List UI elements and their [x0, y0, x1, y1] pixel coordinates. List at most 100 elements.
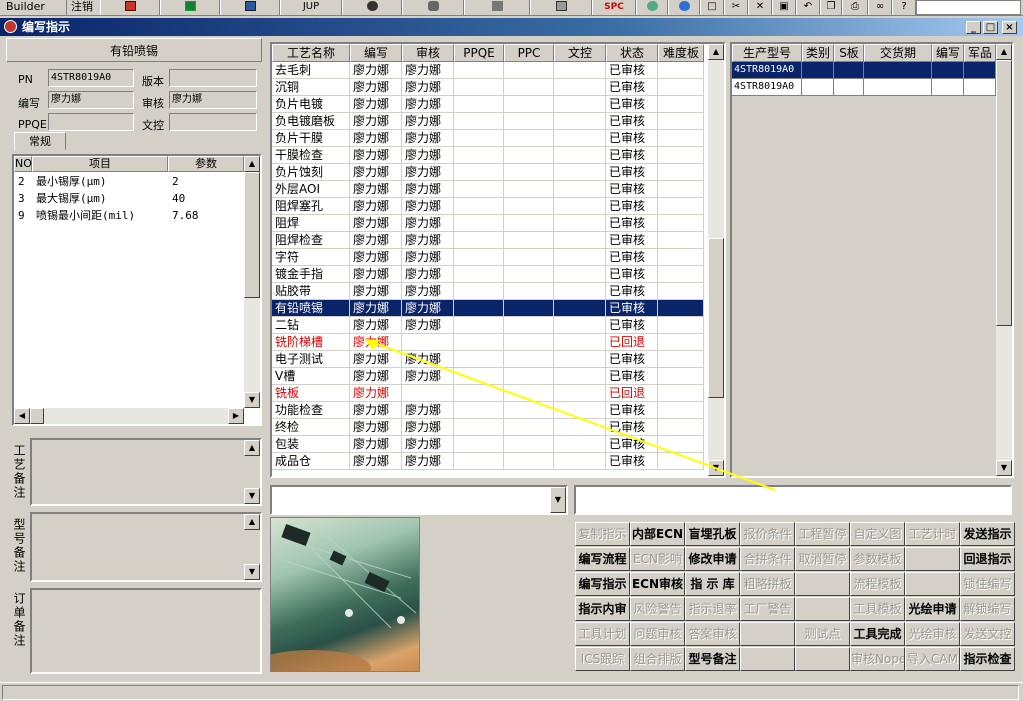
- model-header-writer[interactable]: 编写: [932, 44, 964, 62]
- action-button-4-6[interactable]: 光绘审核: [905, 622, 960, 646]
- close-doc-button[interactable]: ✕: [748, 0, 772, 15]
- logout-menu[interactable]: 注销: [66, 0, 97, 15]
- process-row[interactable]: 阻焊 廖力娜 廖力娜 已审核: [272, 215, 704, 232]
- action-button-2-7[interactable]: 锁住编写: [960, 572, 1015, 596]
- excel-button[interactable]: [160, 0, 220, 15]
- param-vscroll[interactable]: ▲ ▼: [244, 156, 260, 408]
- action-button-5-1[interactable]: 组合排版: [630, 647, 685, 671]
- action-button-0-1[interactable]: 内部ECN: [630, 522, 685, 546]
- action-button-2-5[interactable]: 流程模板: [850, 572, 905, 596]
- process-row[interactable]: 阻焊塞孔 廖力娜 廖力娜 已审核: [272, 198, 704, 215]
- param-hscroll[interactable]: ◀ ▶: [14, 408, 244, 424]
- param-cell-no[interactable]: 2: [14, 173, 32, 190]
- chevron-down-icon[interactable]: ▼: [550, 487, 566, 513]
- scroll-up-button[interactable]: ▲: [244, 440, 260, 456]
- ppt-button[interactable]: [100, 0, 160, 15]
- action-button-5-0[interactable]: ICS跟踪: [575, 647, 630, 671]
- process-header-writer[interactable]: 编写: [350, 44, 402, 62]
- close-button[interactable]: ×: [1002, 21, 1017, 34]
- model-remark-box[interactable]: ▲ ▼: [30, 512, 262, 582]
- process-row[interactable]: 沉铜 廖力娜 廖力娜 已审核: [272, 79, 704, 96]
- action-button-4-2[interactable]: 答案审核: [685, 622, 740, 646]
- param-cell-value[interactable]: 7.68: [168, 207, 244, 224]
- action-button-1-3[interactable]: 合拼条件: [740, 547, 795, 571]
- order-remark-box[interactable]: [30, 588, 262, 674]
- process-select[interactable]: ▼: [270, 485, 568, 515]
- toolbar-combo[interactable]: [916, 0, 1021, 15]
- database-button[interactable]: [402, 0, 464, 15]
- model-header-military[interactable]: 军品: [964, 44, 996, 62]
- builder-menu[interactable]: Builder: [2, 0, 49, 15]
- process-row[interactable]: 终检 廖力娜 廖力娜 已审核: [272, 419, 704, 436]
- process-row[interactable]: 电子测试 廖力娜 廖力娜 已审核: [272, 351, 704, 368]
- model-header-category[interactable]: 类别: [802, 44, 834, 62]
- process-header-doc[interactable]: 文控: [554, 44, 606, 62]
- action-button-0-6[interactable]: 工艺计时: [905, 522, 960, 546]
- model-row[interactable]: 4STR8019A0: [732, 62, 996, 79]
- action-button-0-7[interactable]: 发送指示: [960, 522, 1015, 546]
- word-button[interactable]: [220, 0, 280, 15]
- process-row[interactable]: 铣阶梯槽 廖力娜 已回退: [272, 334, 704, 351]
- scroll-down-button[interactable]: ▼: [708, 460, 724, 476]
- save-button[interactable]: ▣: [772, 0, 796, 15]
- action-button-3-3[interactable]: 工厂警告: [740, 597, 795, 621]
- view-button[interactable]: [342, 0, 402, 15]
- scroll-up-button[interactable]: ▲: [244, 514, 260, 530]
- process-row[interactable]: 镀金手指 廖力娜 廖力娜 已审核: [272, 266, 704, 283]
- param-header-item[interactable]: 项目: [32, 156, 168, 172]
- process-remark-box[interactable]: ▲ ▼: [30, 438, 262, 506]
- action-button-1-7[interactable]: 回退指示: [960, 547, 1015, 571]
- process-row[interactable]: 有铅喷锡 廖力娜 廖力娜 已审核: [272, 300, 704, 317]
- action-button-1-5[interactable]: 参数模板: [850, 547, 905, 571]
- action-button-3-0[interactable]: 指示内审: [575, 597, 630, 621]
- scroll-up-button[interactable]: ▲: [708, 44, 724, 60]
- scroll-down-button[interactable]: ▼: [996, 460, 1012, 476]
- param-cell-no[interactable]: 3: [14, 190, 32, 207]
- scroll-up-button[interactable]: ▲: [996, 44, 1012, 60]
- scroll-down-button[interactable]: ▼: [244, 564, 260, 580]
- action-button-1-0[interactable]: 编写流程: [575, 547, 630, 571]
- writer-field[interactable]: 廖力娜: [48, 91, 134, 109]
- process-row[interactable]: 负片干膜 廖力娜 廖力娜 已审核: [272, 130, 704, 147]
- action-button-0-4[interactable]: 工程暂停: [795, 522, 850, 546]
- reviewer-field[interactable]: 廖力娜: [169, 91, 257, 109]
- scroll-left-button[interactable]: ◀: [14, 408, 30, 424]
- scroll-down-button[interactable]: ▼: [244, 488, 260, 504]
- process-row[interactable]: 去毛刺 廖力娜 廖力娜 已审核: [272, 62, 704, 79]
- param-header-no[interactable]: NO: [14, 156, 32, 172]
- process-row[interactable]: 字符 廖力娜 廖力娜 已审核: [272, 249, 704, 266]
- process-vscroll[interactable]: ▲ ▼: [708, 44, 724, 476]
- action-button-4-5[interactable]: 工具完成: [850, 622, 905, 646]
- process-row[interactable]: 负电镀磨板 廖力娜 廖力娜 已审核: [272, 113, 704, 130]
- tab-general[interactable]: 常规: [14, 132, 66, 150]
- action-button-5-7[interactable]: 指示检查: [960, 647, 1015, 671]
- scroll-thumb[interactable]: [708, 238, 724, 398]
- copy-button[interactable]: ❐: [820, 0, 842, 15]
- cut-button[interactable]: ✂: [724, 0, 748, 15]
- process-row[interactable]: 贴胶带 廖力娜 廖力娜 已审核: [272, 283, 704, 300]
- process-row[interactable]: V槽 廖力娜 廖力娜 已审核: [272, 368, 704, 385]
- process-row[interactable]: 阻焊检查 廖力娜 廖力娜 已审核: [272, 232, 704, 249]
- scroll-right-button[interactable]: ▶: [228, 408, 244, 424]
- instruction-input[interactable]: [574, 485, 1012, 515]
- action-button-0-2[interactable]: 盲埋孔板: [685, 522, 740, 546]
- param-cell-item[interactable]: 最小锡厚(μm): [32, 173, 168, 190]
- network-button[interactable]: [464, 0, 530, 15]
- process-header-ppqe[interactable]: PPQE: [454, 44, 504, 62]
- spc-button[interactable]: SPC: [592, 0, 636, 15]
- action-button-5-5[interactable]: 审核Nope: [850, 647, 905, 671]
- version-field[interactable]: [169, 69, 257, 87]
- action-button-3-2[interactable]: 指示退率: [685, 597, 740, 621]
- model-vscroll[interactable]: ▲ ▼: [996, 44, 1012, 476]
- action-button-2-3[interactable]: 粗略拼板: [740, 572, 795, 596]
- model-row[interactable]: 4STR8019A0: [732, 79, 996, 96]
- undo-button[interactable]: ↶: [796, 0, 820, 15]
- process-header-status[interactable]: 状态: [606, 44, 658, 62]
- refresh-button[interactable]: [636, 0, 668, 15]
- action-button-5-2[interactable]: 型号备注: [685, 647, 740, 671]
- process-row[interactable]: 二钻 廖力娜 廖力娜 已审核: [272, 317, 704, 334]
- minimize-button[interactable]: _: [966, 21, 981, 34]
- action-button-0-3[interactable]: 报价条件: [740, 522, 795, 546]
- process-row[interactable]: 负片蚀刻 廖力娜 廖力娜 已审核: [272, 164, 704, 181]
- action-button-3-5[interactable]: 工具模板: [850, 597, 905, 621]
